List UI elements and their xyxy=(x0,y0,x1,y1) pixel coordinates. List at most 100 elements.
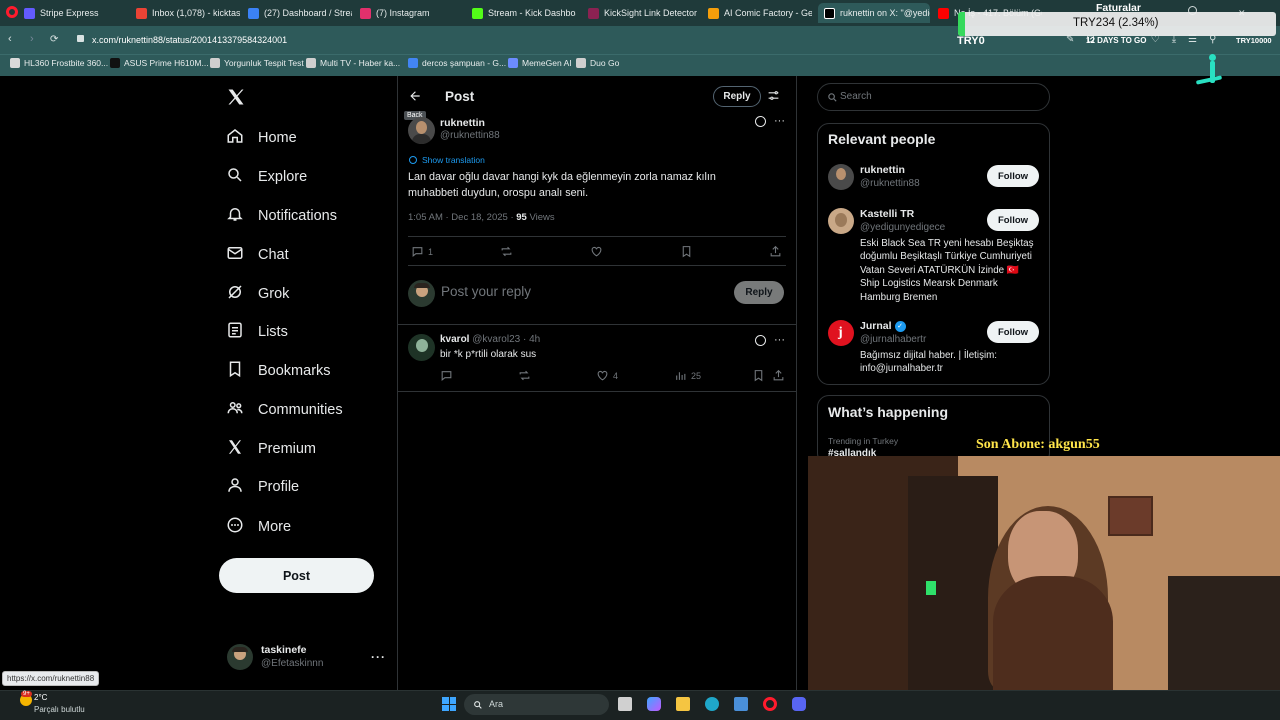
person-handle[interactable]: @yedigunyedigece xyxy=(860,222,945,233)
header-reply-button[interactable]: Reply xyxy=(713,86,761,107)
grok-analyze-icon[interactable] xyxy=(755,116,766,127)
reply-like-action[interactable]: 4 xyxy=(596,369,618,382)
bookmark-action[interactable] xyxy=(680,245,693,258)
nav-item-notifications[interactable]: Notifications xyxy=(226,205,337,227)
browser-tab[interactable]: KickSight Link Detector xyxy=(588,3,700,23)
person-name[interactable]: ruknettin xyxy=(860,164,905,176)
page-title: Post xyxy=(445,89,475,104)
person-bio: Bağımsız dijital haber. | İletişim: info… xyxy=(860,350,998,375)
person-name[interactable]: Jurnal xyxy=(860,320,892,332)
opera-logo-icon[interactable] xyxy=(6,6,18,18)
follow-button[interactable]: Follow xyxy=(987,321,1039,343)
share-action[interactable] xyxy=(769,245,782,258)
tab-favicon-icon xyxy=(472,7,483,19)
browser-tab[interactable]: AI Comic Factory - Genera xyxy=(708,3,812,23)
weather-temp[interactable]: 2°C xyxy=(34,693,47,702)
taskbar-search-input[interactable]: Ara xyxy=(489,699,503,709)
nav-item-lists[interactable]: Lists xyxy=(226,321,288,343)
copilot-icon[interactable] xyxy=(647,697,661,711)
person-avatar[interactable] xyxy=(828,208,854,234)
nav-item-grok[interactable]: Grok xyxy=(226,283,289,305)
reply-reply-action[interactable] xyxy=(440,369,453,382)
nav-item-communities[interactable]: Communities xyxy=(226,399,343,421)
reply-author-name[interactable]: kvarol xyxy=(440,334,469,345)
person-handle[interactable]: @ruknettin88 xyxy=(860,178,920,189)
bookmark-favicon-icon xyxy=(210,58,220,68)
bookmark-item[interactable]: dercos şampuan - G... xyxy=(408,58,506,68)
repost-action[interactable] xyxy=(500,245,513,258)
nav-item-premium[interactable]: Premium xyxy=(226,438,316,460)
bookmark-icon xyxy=(226,360,244,382)
bookmark-item[interactable]: HL360 Frostbite 360... xyxy=(10,58,108,68)
reply-share-action[interactable] xyxy=(772,369,785,382)
file-explorer-icon[interactable] xyxy=(676,697,690,711)
browser-tab[interactable]: Stripe Express xyxy=(24,3,128,23)
account-handle: @Efetaskinnn xyxy=(261,658,324,669)
browser-tab[interactable]: (27) Dashboard / Streamla xyxy=(248,3,352,23)
task-view-icon[interactable] xyxy=(618,697,632,711)
browser-tab[interactable]: ruknettin on X: "@yedigu xyxy=(818,3,930,23)
like-action[interactable] xyxy=(590,245,603,258)
bookmark-item[interactable]: Duo Go xyxy=(576,58,619,68)
show-translation-link[interactable]: Show translation xyxy=(422,155,485,165)
bookmark-icon xyxy=(682,246,691,258)
bookmark-favicon-icon xyxy=(306,58,316,68)
follow-button[interactable]: Follow xyxy=(987,209,1039,231)
person-name[interactable]: Kastelli TR xyxy=(860,208,914,220)
person-avatar[interactable] xyxy=(828,164,854,190)
weather-desc[interactable]: Parçalı bulutlu xyxy=(34,705,85,714)
tweet-timestamp[interactable]: 1:05 AM · Dec 18, 2025 · xyxy=(408,212,514,223)
grok-analyze-icon[interactable] xyxy=(755,335,766,346)
browser-tab[interactable]: Inbox (1,078) - kicktaskin xyxy=(136,3,240,23)
bookmark-item[interactable]: ASUS Prime H610M... xyxy=(110,58,209,68)
back-arrow-icon[interactable] xyxy=(408,89,422,103)
taskbar-search[interactable]: Ara xyxy=(464,694,609,715)
follow-button[interactable]: Follow xyxy=(987,165,1039,187)
browser-tab[interactable]: (7) Instagram xyxy=(360,3,464,23)
x-logo-icon[interactable] xyxy=(226,87,246,107)
browser-tab[interactable]: Stream - Kick Dashboard xyxy=(472,3,576,23)
reply-bookmark-action[interactable] xyxy=(752,369,765,382)
person-handle[interactable]: @jurnalhabertr xyxy=(860,334,926,345)
bookmark-item[interactable]: MemeGen AI xyxy=(508,58,572,68)
nav-item-chat[interactable]: Chat xyxy=(226,244,289,266)
reply-views-action[interactable]: 25 xyxy=(674,369,701,382)
forward-nav-icon[interactable]: › xyxy=(30,33,34,45)
tweet-author-name[interactable]: ruknettin xyxy=(440,117,485,129)
reload-icon[interactable]: ⟳ xyxy=(50,34,58,45)
discord-icon[interactable] xyxy=(792,697,806,711)
tweet-author-avatar[interactable] xyxy=(408,117,435,144)
bookmark-item[interactable]: Yorgunluk Tespit Test xyxy=(210,58,304,68)
search-box[interactable]: Search xyxy=(817,83,1050,111)
search-input[interactable]: Search xyxy=(840,91,872,102)
tweet-more-icon[interactable]: ··· xyxy=(774,115,785,127)
post-button[interactable]: Post xyxy=(219,558,374,593)
reply-input[interactable]: Post your reply xyxy=(441,284,531,299)
nav-item-home[interactable]: Home xyxy=(226,127,297,149)
edge-icon[interactable] xyxy=(705,697,719,711)
bookmark-item[interactable]: Multi TV - Haber ka... xyxy=(306,58,400,68)
back-nav-icon[interactable]: ‹ xyxy=(8,33,12,45)
account-more-icon[interactable]: ··· xyxy=(371,650,386,664)
url-field[interactable]: x.com/ruknettin88/status/200141337958432… xyxy=(92,35,287,45)
reply-author-handle[interactable]: @kvarol23 · 4h xyxy=(472,334,540,345)
nav-item-label: Notifications xyxy=(258,208,337,224)
tab-label: (27) Dashboard / Streamla xyxy=(264,8,352,18)
nav-item-profile[interactable]: Profile xyxy=(226,476,299,498)
nav-item-more[interactable]: More xyxy=(226,516,291,538)
sliders-icon[interactable] xyxy=(767,89,780,107)
reply-repost-action[interactable] xyxy=(518,369,531,382)
person-avatar[interactable]: j xyxy=(828,320,854,346)
reply-action[interactable]: 1 xyxy=(411,245,433,258)
reply-more-icon[interactable]: ··· xyxy=(774,334,785,346)
store-icon[interactable] xyxy=(734,697,748,711)
nav-item-explore[interactable]: Explore xyxy=(226,166,307,188)
reply-submit-button[interactable]: Reply xyxy=(734,281,784,304)
opera-icon[interactable] xyxy=(763,697,777,711)
reply-header: kvarol @kvarol23 · 4h xyxy=(440,334,540,345)
nav-item-bookmarks[interactable]: Bookmarks xyxy=(226,360,331,382)
reply-author-avatar[interactable] xyxy=(408,334,435,361)
windows-start-icon[interactable] xyxy=(442,697,456,711)
account-avatar[interactable] xyxy=(227,644,253,670)
tweet-author-handle[interactable]: @ruknettin88 xyxy=(440,130,500,141)
